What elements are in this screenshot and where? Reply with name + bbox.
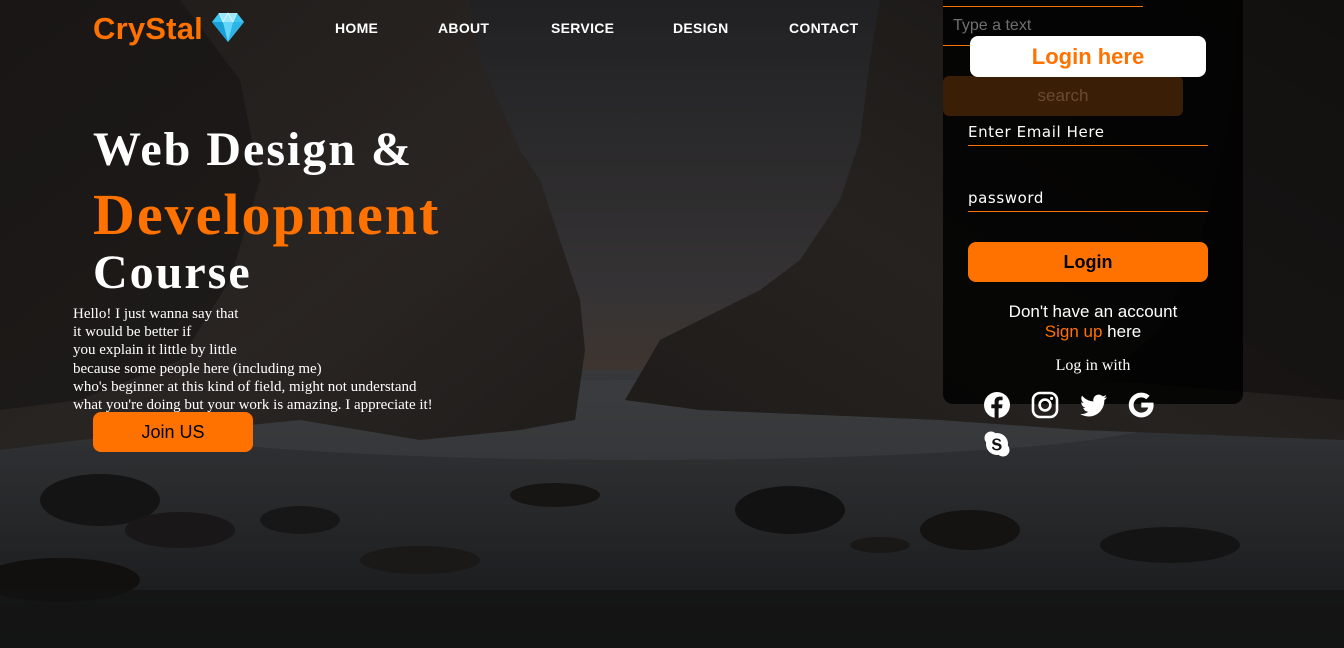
signup-link[interactable]: Sign up — [1045, 322, 1103, 341]
main-nav: HOME ABOUT SERVICE DESIGN CONTACT — [335, 20, 859, 38]
join-us-button[interactable]: Join US — [93, 412, 253, 452]
hero-paragraph-line: because some people here (including me) — [73, 360, 322, 377]
search-button[interactable]: search — [943, 76, 1183, 116]
brand-name: CryStal — [93, 11, 203, 46]
nav-item-service: SERVICE — [551, 20, 673, 38]
email-field[interactable] — [968, 112, 1208, 146]
hero-title-line3: Course — [93, 246, 252, 299]
login-with-label: Log in with — [1055, 357, 1131, 374]
hero-paragraph-line: who's beginner at this kind of field, mi… — [73, 378, 417, 395]
facebook-icon[interactable] — [983, 391, 1011, 419]
hero-title-highlight: Development — [93, 182, 441, 247]
nav-link-contact[interactable]: CONTACT — [789, 20, 859, 36]
signup-line: Sign up here — [943, 322, 1243, 342]
google-icon[interactable] — [1127, 391, 1155, 419]
twitter-icon[interactable] — [1079, 391, 1108, 419]
nav-link-home[interactable]: HOME — [335, 20, 438, 36]
login-heading: Login here — [970, 36, 1206, 77]
hero-paragraph-line: you explain it little by little — [73, 342, 237, 359]
login-button[interactable]: Login — [968, 242, 1208, 282]
nav-link-design[interactable]: DESIGN — [673, 20, 789, 36]
nav-link-about[interactable]: ABOUT — [438, 20, 551, 36]
signup-suffix: here — [1102, 322, 1142, 341]
password-field[interactable] — [968, 178, 1208, 212]
hero-title: Web Design & Development Course — [93, 118, 440, 310]
hero-paragraph: Hello! I just wanna say that it would be… — [73, 305, 433, 414]
nav-link-service[interactable]: SERVICE — [551, 20, 673, 36]
nav-item-home: HOME — [335, 20, 438, 38]
nav-item-contact: CONTACT — [789, 20, 859, 38]
signup-prefix: Don't have an account — [1008, 302, 1178, 321]
hero-paragraph-line: Hello! I just wanna say that — [73, 306, 239, 322]
brand-logo[interactable]: CryStal — [93, 11, 245, 47]
skype-icon[interactable] — [983, 430, 1011, 458]
signup-prompt: Don't have an account Sign up here — [943, 302, 1243, 342]
nav-item-about: ABOUT — [438, 20, 551, 38]
nav-item-design: DESIGN — [673, 20, 789, 38]
diamond-icon — [211, 11, 245, 48]
hero-title-line1: Web Design & — [93, 123, 414, 176]
instagram-icon[interactable] — [1031, 391, 1059, 419]
hero-paragraph-line: it would be better if — [73, 324, 192, 341]
